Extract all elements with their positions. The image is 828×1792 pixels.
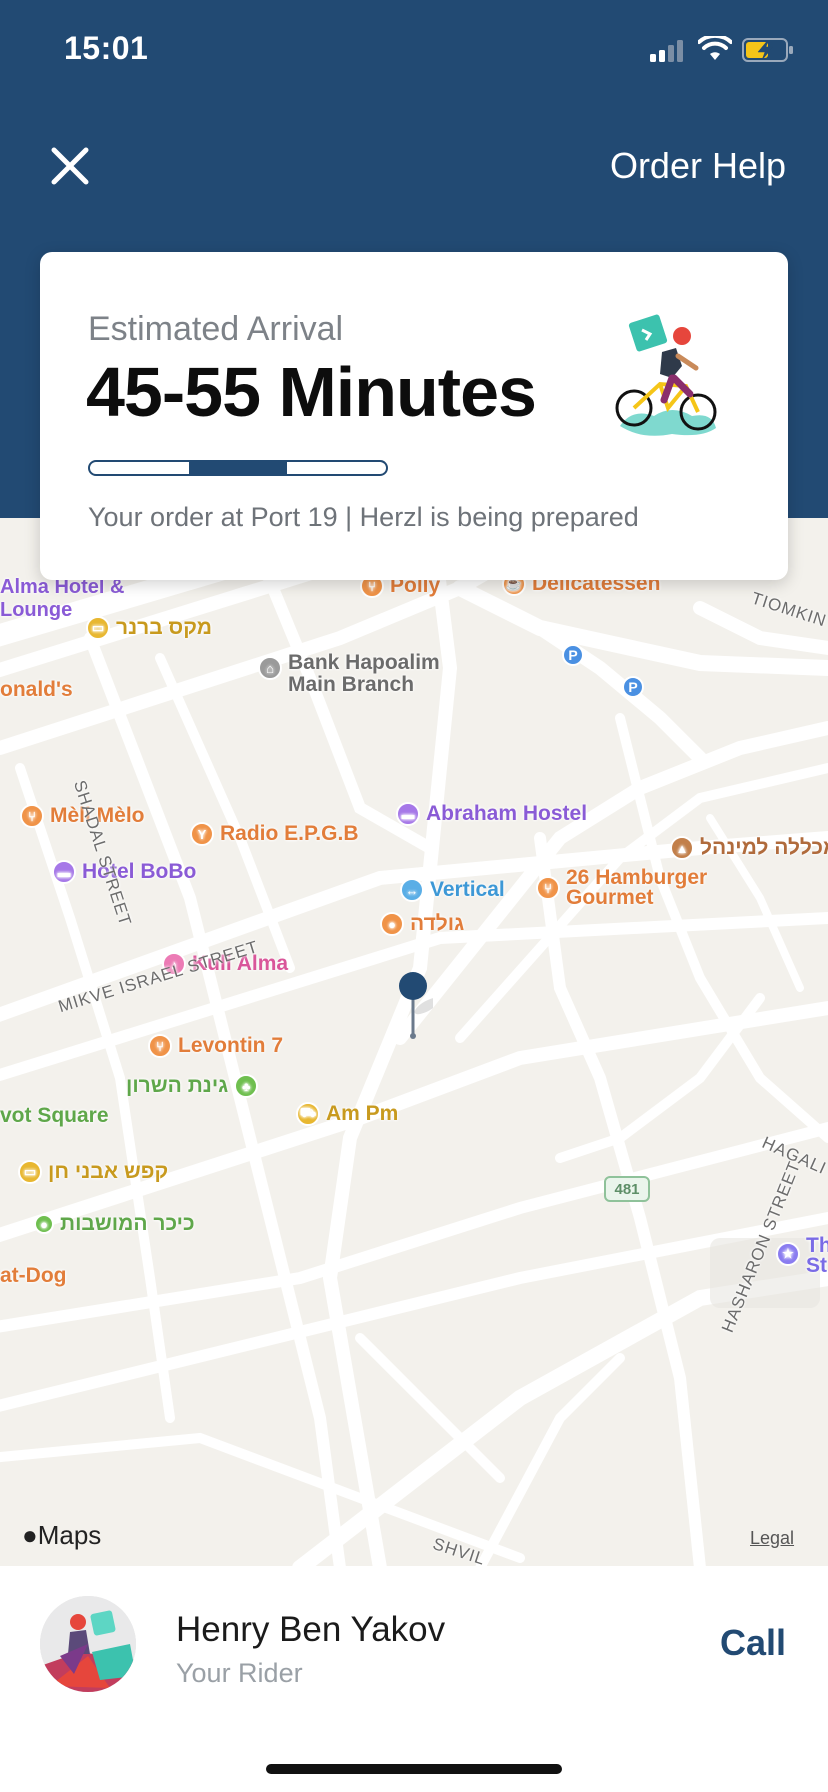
progress-bar (88, 460, 388, 476)
poi-mcdonalds[interactable]: onald's (0, 678, 73, 702)
poi-label: Levontin 7 (178, 1034, 284, 1057)
delivery-rider-illustration (615, 314, 717, 436)
maps-label: Maps (37, 1520, 102, 1550)
poi-vertical[interactable]: ↔ Vertical (400, 878, 505, 902)
parking-icon[interactable]: P (562, 644, 584, 666)
bed-icon: ▬ (52, 860, 76, 884)
poi-kikar-hamoshavot[interactable]: ● כיכר המושבות (34, 1212, 195, 1236)
poi-square[interactable]: vot Square (0, 1104, 109, 1128)
rider-bar: Henry Ben Yakov Your Rider Call (0, 1566, 828, 1792)
poi-label: Vertical (430, 878, 505, 901)
status-time: 15:01 (64, 30, 149, 66)
rider-name: Henry Ben Yakov (176, 1610, 446, 1649)
progress-active-segment (188, 462, 288, 474)
tree-icon: ♣ (234, 1074, 259, 1098)
bed-icon: ▬ (396, 802, 420, 826)
poi-hotel-bobo[interactable]: ▬ Hotel BoBo (52, 860, 196, 884)
poi-landmark[interactable]: ★ Th St (776, 1234, 828, 1277)
poi-label: מכללה למינהל (700, 836, 828, 859)
park-icon: ● (34, 1214, 54, 1234)
poi-am-pm[interactable]: ⛟ Am Pm (296, 1102, 398, 1126)
home-indicator[interactable] (266, 1764, 562, 1774)
poi-levontin-7[interactable]: ⑂ Levontin 7 (148, 1034, 283, 1058)
ice-cream-icon: ● (380, 912, 404, 936)
rider-avatar[interactable] (40, 1596, 136, 1692)
fork-knife-icon: ⑂ (536, 876, 560, 900)
poi-label: at-Dog (0, 1264, 67, 1287)
location-pin-icon (399, 972, 433, 1039)
shopping-bag-icon: ▭ (86, 616, 110, 640)
cocktail-icon: Y (190, 822, 214, 846)
fork-knife-icon: ⑂ (148, 1034, 172, 1058)
map-view[interactable]: Alma Hotel & Lounge ⑂ Polly ☕ Delicatess… (0, 518, 828, 1566)
poi-label: Th (806, 1234, 828, 1257)
signal-icon (650, 40, 683, 62)
rider-avatar-illustration (40, 1596, 136, 1692)
wifi-icon (698, 36, 732, 60)
apple-maps-logo: ●Maps (22, 1520, 101, 1551)
poi-ginat-hasharon[interactable]: ♣ גינת השרון (126, 1074, 259, 1098)
fork-knife-icon: ⑂ (20, 804, 44, 828)
star-icon: ★ (776, 1242, 800, 1266)
route-shield: 481 (604, 1176, 650, 1202)
poi-label: קפש אבני חן (48, 1160, 169, 1183)
poi-abraham-hostel[interactable]: ▬ Abraham Hostel (396, 802, 587, 826)
poi-26-hamburger[interactable]: ⑂ 26 Hamburger Gourmet (536, 866, 708, 909)
poi-label: Am Pm (326, 1102, 399, 1125)
poi-label: כיכר המושבות (60, 1212, 195, 1235)
poi-label: מקס ברנר (116, 616, 212, 639)
shopping-cart-icon: ⛟ (296, 1102, 320, 1126)
poi-gem-shop[interactable]: ▭ קפש אבני חן (18, 1160, 168, 1184)
poi-label: גולדה (410, 912, 465, 935)
poi-label: St (806, 1254, 827, 1277)
rider-role: Your Rider (176, 1658, 303, 1688)
poi-label: vot Square (0, 1104, 109, 1127)
poi-golda[interactable]: ● גולדה (380, 912, 464, 936)
status-bar: 15:01 (0, 0, 828, 100)
battery-charging-icon (742, 38, 793, 62)
close-icon (51, 147, 89, 185)
poi-bank-hapoalim[interactable]: ⌂ Bank Hapoalim Main Branch (258, 652, 440, 696)
dumbbell-icon: ↔ (400, 878, 424, 902)
poi-hot-dog[interactable]: at-Dog (0, 1264, 67, 1288)
poi-radio-epgb[interactable]: Y Radio E.P.G.B (190, 822, 358, 846)
shopping-bag-icon: ▭ (18, 1160, 42, 1184)
graduation-cap-icon: ▲ (670, 836, 694, 860)
close-button[interactable] (44, 140, 96, 192)
poi-label: Bank Hapoalim (288, 651, 440, 674)
eta-card: Estimated Arrival 45-55 Minutes Your ord… (40, 252, 788, 580)
poi-college[interactable]: ▲ מכללה למינהל (670, 836, 828, 860)
poi-label: Gourmet (566, 886, 654, 909)
legal-link[interactable]: Legal (750, 1528, 794, 1549)
poi-max-brenner[interactable]: ▭ מקס ברנר (86, 616, 212, 640)
order-status-text: Your order at Port 19 | Herzl is being p… (88, 502, 639, 532)
poi-label: Main Branch (288, 673, 415, 696)
poi-label: Lounge (0, 599, 73, 621)
poi-label: 26 Hamburger (566, 866, 708, 889)
poi-label: Radio E.P.G.B (220, 822, 359, 845)
parking-icon[interactable]: P (622, 676, 644, 698)
eta-value: 45-55 Minutes (86, 353, 537, 431)
eta-label: Estimated Arrival (88, 310, 344, 348)
bank-icon: ⌂ (258, 656, 282, 680)
apple-icon: ● (22, 1520, 38, 1550)
poi-label: Abraham Hostel (426, 802, 588, 825)
poi-label: גינת השרון (126, 1074, 229, 1097)
order-help-button[interactable]: Order Help (610, 145, 786, 187)
poi-label: onald's (0, 678, 73, 701)
call-button[interactable]: Call (720, 1622, 786, 1664)
